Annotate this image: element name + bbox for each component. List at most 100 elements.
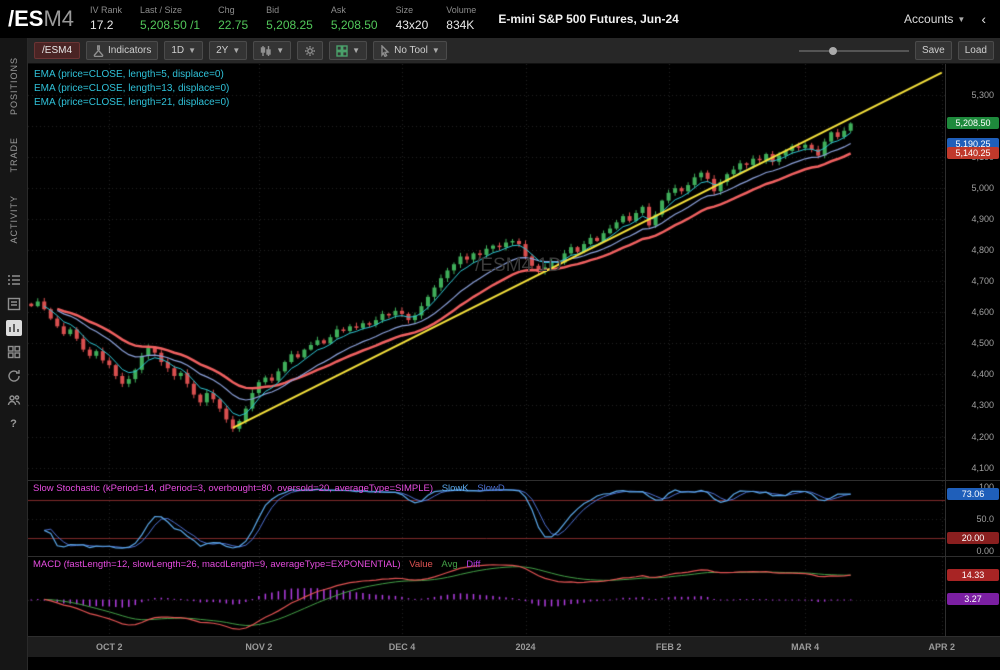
flask-icon — [93, 45, 104, 57]
chart-type-dropdown[interactable]: ▼ — [253, 41, 291, 60]
price-axis-label: 5,000 — [971, 183, 994, 193]
share-users-icon[interactable] — [6, 392, 22, 408]
size-value: 43x20 — [396, 18, 429, 32]
time-axis-label: OCT 2 — [96, 642, 123, 652]
chevron-down-icon: ▼ — [957, 15, 965, 24]
collapse-panel-button[interactable]: ‹ — [975, 9, 992, 29]
price-badge: 5,208.50 — [947, 117, 999, 129]
symbol-root: /ES — [8, 6, 43, 31]
time-axis-label: 2024 — [516, 642, 536, 652]
macd-badge: 3.27 — [947, 593, 999, 605]
slowk-legend: SlowK — [442, 483, 469, 494]
top-header: /ESM4 IV Rank 17.2 Last / Size 5,208.50 … — [0, 0, 1000, 38]
macd-value-legend: Value — [409, 559, 433, 570]
field-size: Size 43x20 — [396, 5, 429, 34]
zoom-slider[interactable] — [799, 41, 909, 60]
macd-axis: 14.333.27 — [945, 557, 1000, 636]
study-labels: EMA (price=CLOSE, length=5, displace=0) … — [34, 68, 229, 110]
ema5-label: EMA (price=CLOSE, length=5, displace=0) — [34, 68, 229, 82]
layout-grid-icon — [336, 45, 348, 57]
last-size-value: 5,208.50 /1 — [140, 18, 200, 32]
watchlist-icon[interactable] — [6, 272, 22, 288]
help-icon[interactable]: ? — [6, 416, 22, 432]
price-axis-label: 4,500 — [971, 338, 994, 348]
save-button[interactable]: Save — [915, 41, 952, 60]
chevron-down-icon: ▼ — [432, 46, 440, 55]
time-axis[interactable]: OCT 2NOV 2DEC 42024FEB 2MAR 4APR 2 — [28, 636, 1000, 657]
time-axis-label: MAR 4 — [791, 642, 819, 652]
stochastic-axis: 10050.00.0073.0620.00 — [945, 481, 1000, 556]
chevron-down-icon: ▼ — [188, 46, 196, 55]
field-chg: Chg 22.75 — [218, 5, 248, 34]
stochastic-panel: Slow Stochastic (kPeriod=14, dPeriod=3, … — [28, 480, 1000, 556]
slider-track — [799, 50, 909, 52]
price-axis: 5,3005,2005,1005,0004,9004,8004,7004,600… — [945, 64, 1000, 480]
ask-value: 5,208.50 — [331, 18, 378, 32]
field-iv-rank: IV Rank 17.2 — [90, 5, 122, 34]
price-axis-label: 4,200 — [971, 432, 994, 442]
bottom-filler — [28, 657, 1000, 670]
candlestick-icon — [260, 45, 272, 57]
slider-knob[interactable] — [829, 47, 837, 55]
chart-icon[interactable] — [6, 320, 22, 336]
price-axis-label: 4,100 — [971, 463, 994, 473]
chart-watermark: /ESM4 1D — [475, 255, 562, 277]
aggregation-value: 1D — [171, 45, 184, 56]
chart-settings-button[interactable] — [297, 41, 323, 60]
price-badge: 5,140.25 — [947, 147, 999, 159]
ema21-label: EMA (price=CLOSE, length=21, displace=0) — [34, 96, 229, 110]
orders-list-icon[interactable] — [6, 296, 22, 312]
layout-grid-dropdown[interactable]: ▼ — [329, 41, 367, 60]
last-size-label: Last / Size — [140, 5, 200, 16]
tool-label: No Tool — [394, 45, 428, 56]
gear-icon — [304, 45, 316, 57]
indicators-button[interactable]: Indicators — [86, 41, 158, 60]
sidebar-tab-activity[interactable]: ACTIVITY — [9, 195, 19, 244]
grid-apps-icon[interactable] — [6, 344, 22, 360]
symbol-title: /ESM4 — [8, 6, 74, 32]
drawing-tool-dropdown[interactable]: No Tool ▼ — [373, 41, 447, 60]
size-label: Size — [396, 5, 429, 16]
price-axis-label: 4,300 — [971, 400, 994, 410]
chart-area: /ESM4 1D EMA (price=CLOSE, length=5, dis… — [28, 64, 1000, 670]
stochastic-title-row: Slow Stochastic (kPeriod=14, dPeriod=3, … — [33, 483, 505, 494]
history-refresh-icon[interactable] — [6, 368, 22, 384]
price-axis-label: 4,700 — [971, 276, 994, 286]
instrument-description: E-mini S&P 500 Futures, Jun-24 — [498, 12, 679, 26]
stochastic-badge: 73.06 — [947, 488, 999, 500]
ask-label: Ask — [331, 5, 378, 16]
aggregation-dropdown[interactable]: 1D ▼ — [164, 41, 203, 60]
sidebar-tab-positions[interactable]: POSITIONS — [9, 57, 19, 115]
load-button[interactable]: Load — [958, 41, 994, 60]
chevron-down-icon: ▼ — [276, 46, 284, 55]
field-last-size: Last / Size 5,208.50 /1 — [140, 5, 200, 34]
range-value: 2Y — [216, 45, 228, 56]
chg-value: 22.75 — [218, 18, 248, 32]
bid-value: 5,208.25 — [266, 18, 313, 32]
price-axis-label: 4,600 — [971, 307, 994, 317]
chart-toolbar: /ESM4 Indicators 1D ▼ 2Y ▼ ▼ ▼ — [28, 38, 1000, 64]
chevron-down-icon: ▼ — [232, 46, 240, 55]
macd-title: MACD (fastLength=12, slowLength=26, macd… — [33, 559, 401, 570]
accounts-menu[interactable]: Accounts ▼ — [904, 12, 965, 26]
symbol-badge[interactable]: /ESM4 — [34, 42, 80, 59]
accounts-label: Accounts — [904, 12, 953, 26]
slowd-legend: SlowD — [477, 483, 504, 494]
field-bid: Bid 5,208.25 — [266, 5, 313, 34]
price-axis-label: 5,300 — [971, 90, 994, 100]
macd-panel: MACD (fastLength=12, slowLength=26, macd… — [28, 556, 1000, 636]
cursor-icon — [380, 45, 390, 57]
ema13-label: EMA (price=CLOSE, length=13, displace=0) — [34, 82, 229, 96]
stochastic-axis-label: 50.0 — [976, 514, 994, 524]
sidebar-tab-trade[interactable]: TRADE — [9, 137, 19, 173]
indicators-label: Indicators — [108, 45, 151, 56]
price-axis-label: 4,800 — [971, 245, 994, 255]
symbol-suffix: M4 — [43, 6, 74, 31]
iv-rank-value: 17.2 — [90, 18, 113, 32]
stochastic-title: Slow Stochastic (kPeriod=14, dPeriod=3, … — [33, 483, 433, 494]
range-dropdown[interactable]: 2Y ▼ — [209, 41, 247, 60]
price-panel: /ESM4 1D EMA (price=CLOSE, length=5, dis… — [28, 64, 1000, 480]
time-axis-label: NOV 2 — [245, 642, 272, 652]
time-axis-label: DEC 4 — [389, 642, 416, 652]
volume-label: Volume — [446, 5, 476, 16]
